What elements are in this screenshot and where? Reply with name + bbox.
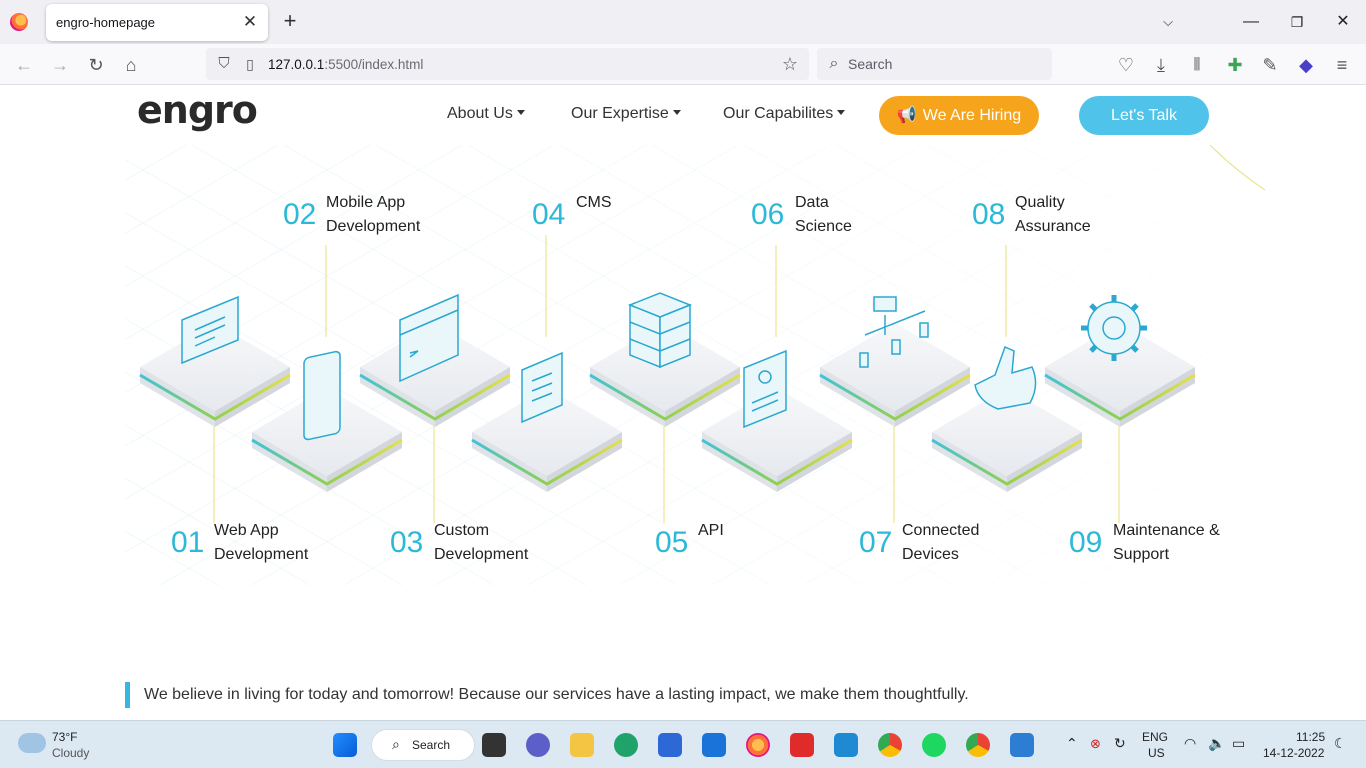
wifi-icon[interactable]: ◠ bbox=[1184, 735, 1196, 752]
windows-start-icon[interactable] bbox=[333, 733, 357, 757]
tray-overflow-chevron-icon[interactable]: ⌃ bbox=[1066, 735, 1078, 752]
bookmark-star-icon[interactable]: ☆ bbox=[778, 52, 802, 76]
cloud-weather-icon[interactable] bbox=[18, 733, 46, 753]
vscode-icon[interactable] bbox=[834, 733, 858, 757]
service-title[interactable]: API bbox=[698, 519, 724, 543]
minimize-icon[interactable]: — bbox=[1236, 8, 1266, 36]
home-icon[interactable]: ⌂ bbox=[119, 53, 143, 77]
service-title[interactable]: CMS bbox=[576, 191, 612, 215]
url-text: 127.0.0.1:5500/index.html bbox=[268, 57, 424, 72]
eyedropper-icon[interactable]: ✎ bbox=[1258, 53, 1282, 77]
weather-desc[interactable]: Cloudy bbox=[52, 746, 89, 760]
tagline-accent-bar bbox=[125, 682, 130, 708]
search-bar[interactable]: ⌕ Search bbox=[817, 48, 1052, 80]
spotify-icon[interactable] bbox=[922, 733, 946, 757]
antivirus-tray-icon[interactable]: ⊗ bbox=[1090, 736, 1101, 752]
page-info-icon[interactable]: ▯ bbox=[238, 52, 262, 76]
service-title[interactable]: Mobile App Development bbox=[326, 191, 420, 239]
library-icon[interactable]: ⫼ bbox=[1185, 53, 1209, 77]
tagline-text: We believe in living for today and tomor… bbox=[144, 686, 969, 703]
shield-icon[interactable]: ⛉ bbox=[212, 52, 236, 76]
clock-time[interactable]: 11:25 bbox=[1296, 730, 1325, 744]
service-number: 06 bbox=[751, 198, 785, 231]
taskbar-search[interactable]: ⌕ Search bbox=[371, 729, 475, 761]
services-illustration bbox=[138, 144, 1266, 523]
notification-moon-icon[interactable]: ☾ bbox=[1334, 735, 1347, 752]
task-view-icon[interactable] bbox=[482, 733, 506, 757]
wps-office-icon[interactable] bbox=[790, 733, 814, 757]
service-number: 01 bbox=[171, 526, 205, 559]
web-page: engro About Us Our Expertise Our Capabil… bbox=[0, 85, 1366, 720]
service-number: 03 bbox=[390, 526, 424, 559]
edge-icon[interactable] bbox=[614, 733, 638, 757]
sync-tray-icon[interactable]: ↻ bbox=[1114, 735, 1126, 752]
region-code[interactable]: US bbox=[1148, 746, 1165, 760]
tab-title: engro-homepage bbox=[56, 15, 156, 30]
service-title[interactable]: Maintenance & Support bbox=[1113, 519, 1220, 567]
mail-icon[interactable] bbox=[702, 733, 726, 757]
weather-temp[interactable]: 73°F bbox=[52, 730, 77, 744]
restore-icon[interactable]: ❐ bbox=[1282, 8, 1312, 36]
clock-date[interactable]: 14-12-2022 bbox=[1263, 746, 1324, 760]
service-number: 07 bbox=[859, 526, 893, 559]
search-icon: ⌕ bbox=[829, 55, 839, 72]
file-explorer-icon[interactable] bbox=[570, 733, 594, 757]
close-window-icon[interactable]: ✕ bbox=[1328, 8, 1358, 36]
service-number: 09 bbox=[1069, 526, 1103, 559]
firefox-logo-icon[interactable] bbox=[10, 13, 28, 31]
tab-list-chevron-icon[interactable]: ⌵ bbox=[1153, 8, 1183, 36]
teams-chat-icon[interactable] bbox=[526, 733, 550, 757]
browser-tab-bar: engro-homepage ✕ + ⌵ — ❐ ✕ bbox=[0, 0, 1366, 44]
app-menu-icon[interactable]: ≡ bbox=[1330, 53, 1354, 77]
chrome-profile-icon[interactable] bbox=[966, 733, 990, 757]
service-number: 04 bbox=[532, 198, 566, 231]
url-bar[interactable]: ⛉ ▯ 127.0.0.1:5500/index.html ☆ bbox=[206, 48, 809, 80]
service-number: 08 bbox=[972, 198, 1006, 231]
chrome-icon[interactable] bbox=[878, 733, 902, 757]
taskbar-search-label: Search bbox=[412, 738, 451, 752]
service-title[interactable]: Custom Development bbox=[434, 519, 528, 567]
new-tab-icon[interactable]: + bbox=[279, 10, 301, 32]
service-title[interactable]: Web App Development bbox=[214, 519, 308, 567]
browser-toolbar: ← → ↻ ⌂ ⛉ ▯ 127.0.0.1:5500/index.html ☆ … bbox=[0, 44, 1366, 85]
windows-taskbar: 73°F Cloudy ⌕ Search ⌃ ⊗ ↻ ENG US ◠ 🔈 ▭ … bbox=[0, 720, 1366, 768]
service-title[interactable]: Quality Assurance bbox=[1015, 191, 1091, 239]
firefox-taskbar-icon[interactable] bbox=[746, 733, 770, 757]
service-title[interactable]: Data Science bbox=[795, 191, 852, 239]
reload-icon[interactable]: ↻ bbox=[84, 53, 108, 77]
forward-icon[interactable]: → bbox=[48, 53, 72, 77]
photos-icon[interactable] bbox=[1010, 733, 1034, 757]
search-placeholder: Search bbox=[848, 56, 893, 72]
service-number: 05 bbox=[655, 526, 689, 559]
battery-icon[interactable]: ▭ bbox=[1232, 735, 1245, 752]
extension-icon[interactable]: ✚ bbox=[1223, 53, 1247, 77]
downloads-icon[interactable]: ⤓ bbox=[1149, 53, 1173, 77]
extension-cube-icon[interactable]: ◆ bbox=[1294, 53, 1318, 77]
service-title[interactable]: Connected Devices bbox=[902, 519, 979, 567]
store-icon[interactable] bbox=[658, 733, 682, 757]
back-icon[interactable]: ← bbox=[12, 53, 36, 77]
pocket-icon[interactable]: ♡ bbox=[1114, 53, 1138, 77]
browser-tab[interactable]: engro-homepage ✕ bbox=[46, 4, 268, 41]
close-tab-icon[interactable]: ✕ bbox=[240, 12, 260, 32]
language-code[interactable]: ENG bbox=[1142, 730, 1168, 744]
volume-icon[interactable]: 🔈 bbox=[1208, 735, 1225, 752]
search-icon: ⌕ bbox=[392, 736, 400, 752]
service-number: 02 bbox=[283, 198, 317, 231]
